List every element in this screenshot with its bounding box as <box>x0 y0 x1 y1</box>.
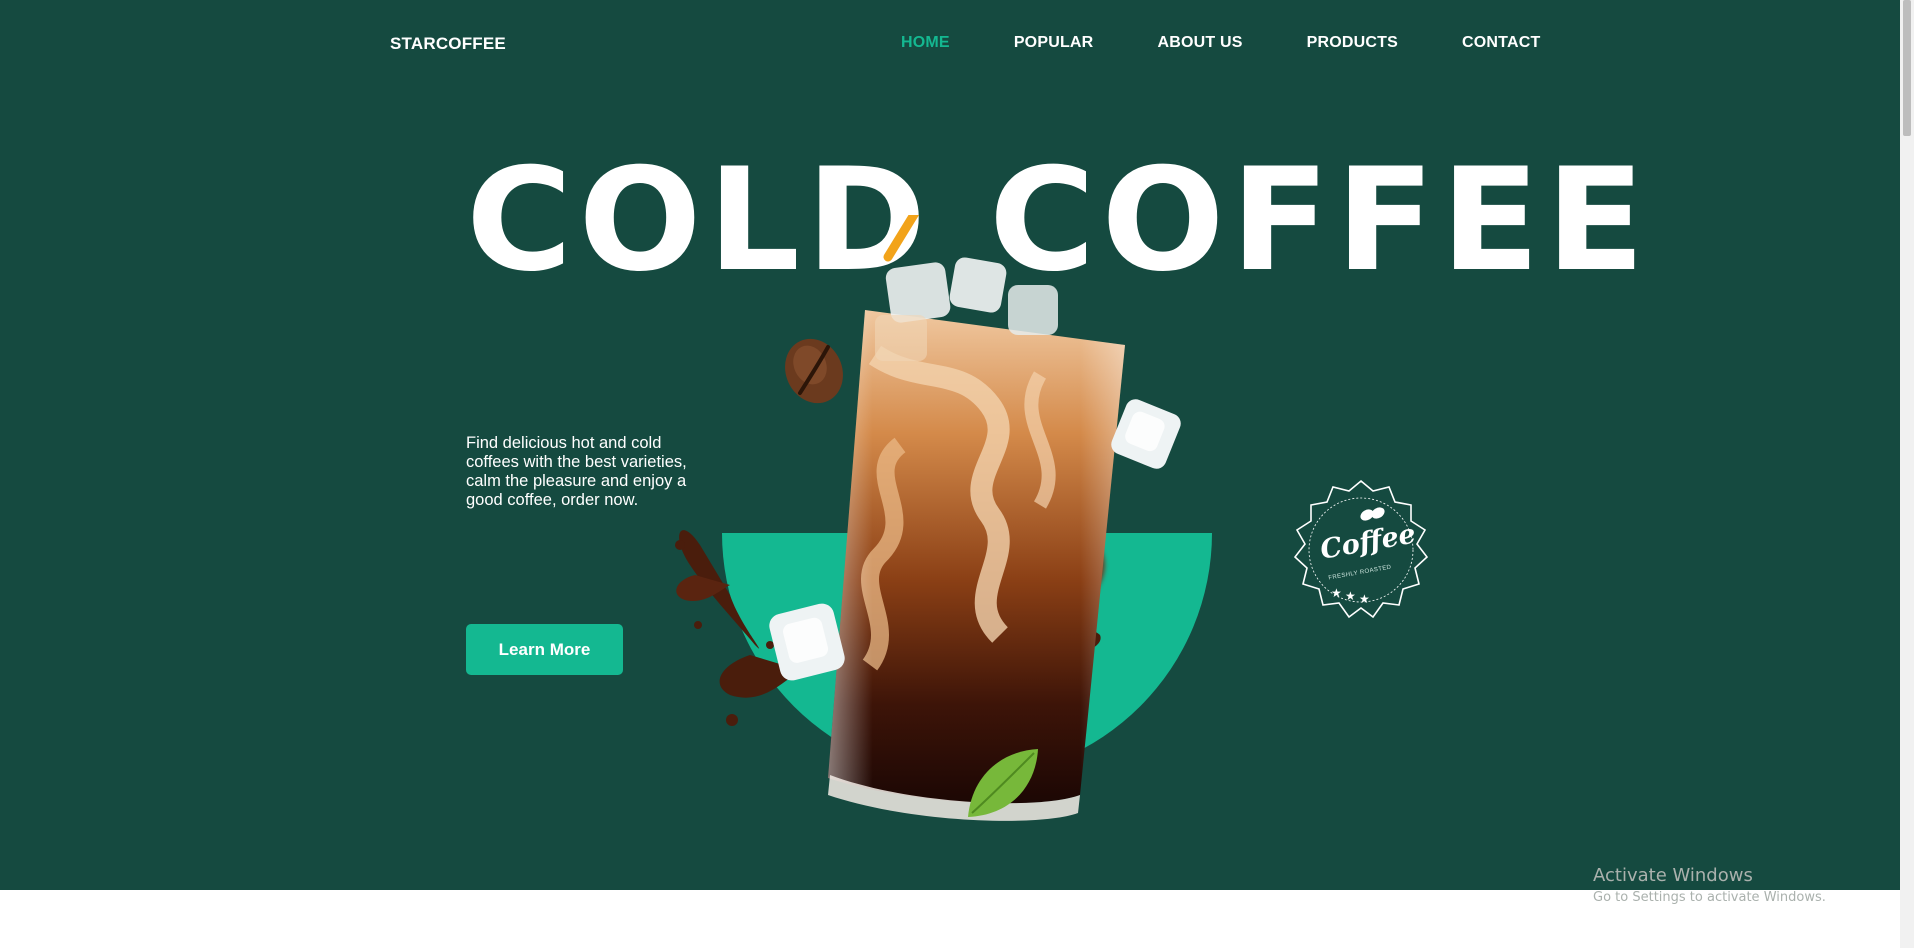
ice-cube-image <box>1111 399 1181 469</box>
nav-about-link[interactable]: ABOUT US <box>1157 34 1242 52</box>
nav-home-link[interactable]: HOME <box>901 34 950 52</box>
svg-text:★: ★ <box>1345 589 1356 603</box>
ice-cube-image <box>769 603 845 681</box>
vertical-scrollbar[interactable] <box>1900 0 1914 948</box>
learn-more-button[interactable]: Learn More <box>466 624 623 675</box>
nav-contact-link[interactable]: CONTACT <box>1462 34 1540 52</box>
watermark-title: Activate Windows <box>1593 865 1753 886</box>
windows-activation-watermark: Activate Windows Go to Settings to activ… <box>1593 865 1826 905</box>
nav-popular-link[interactable]: POPULAR <box>1014 34 1094 52</box>
hero-tagline: Find delicious hot and cold coffees with… <box>466 434 687 509</box>
page-viewport: STARCOFFEE HOME POPULAR ABOUT US PRODUCT… <box>0 0 1900 948</box>
brand-logo[interactable]: STARCOFFEE <box>390 34 506 54</box>
iced-coffee-image <box>675 215 1125 821</box>
hero-section: STARCOFFEE HOME POPULAR ABOUT US PRODUCT… <box>0 0 1900 890</box>
scrollbar-thumb[interactable] <box>1903 0 1911 136</box>
main-nav: HOME POPULAR ABOUT US PRODUCTS CONTACT <box>901 34 1540 52</box>
svg-text:★: ★ <box>1331 586 1342 600</box>
svg-text:★: ★ <box>1359 592 1370 606</box>
watermark-subtitle: Go to Settings to activate Windows. <box>1593 890 1826 905</box>
mint-leaf-image <box>968 749 1038 817</box>
nav-products-link[interactable]: PRODUCTS <box>1307 34 1398 52</box>
